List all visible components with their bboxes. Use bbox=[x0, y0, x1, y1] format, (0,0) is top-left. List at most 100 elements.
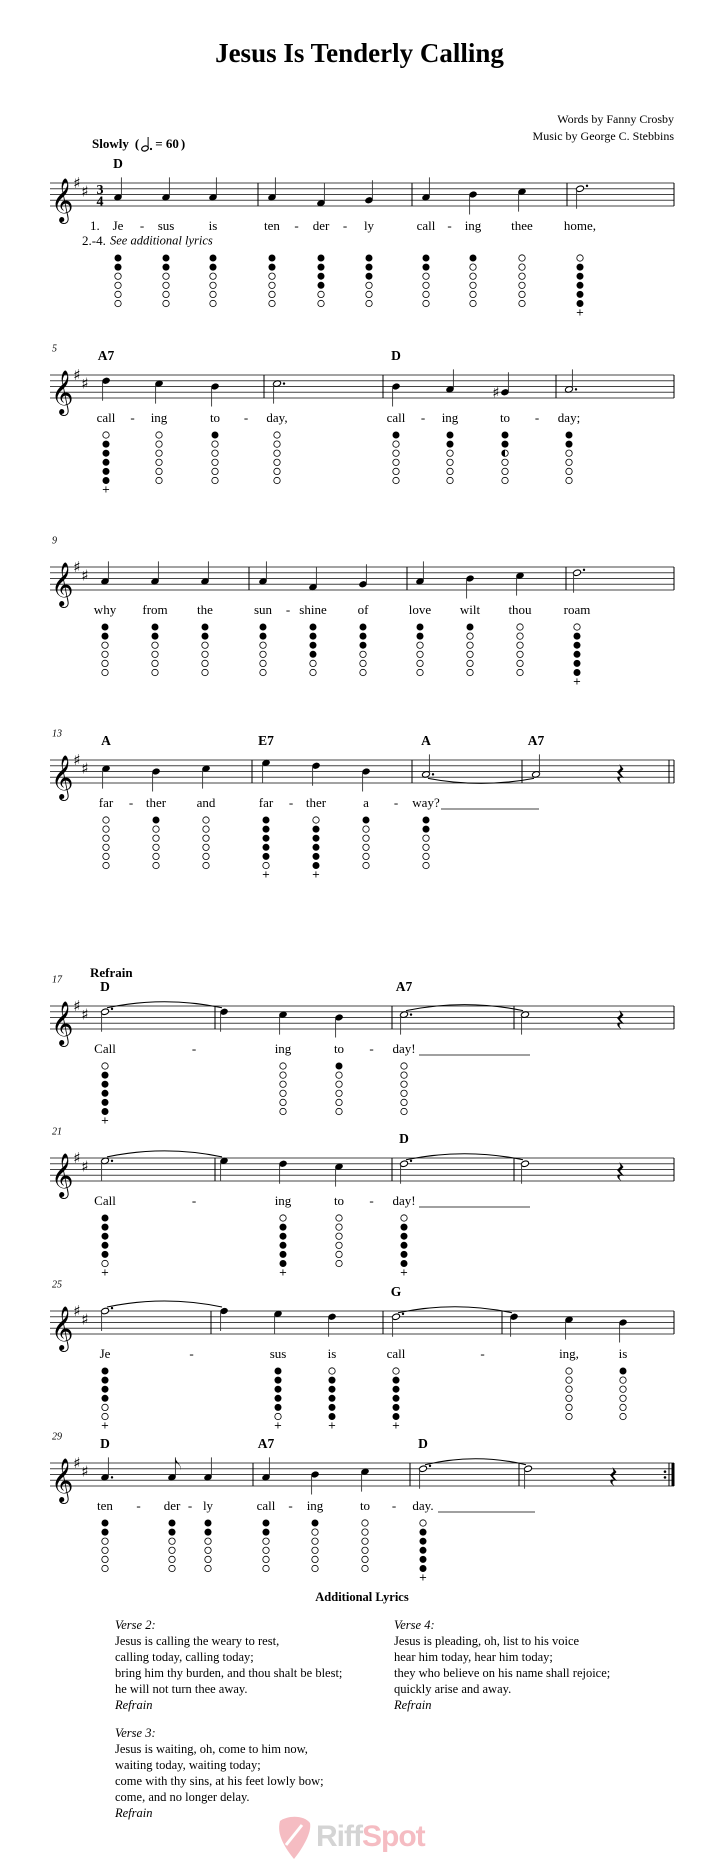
verse-2: Verse 2: Jesus is calling the weary to r… bbox=[115, 1617, 342, 1713]
verse-line: Jesus is calling the weary to rest, bbox=[115, 1634, 280, 1648]
hole-closed bbox=[328, 1385, 336, 1393]
accidental-sharp: ♯ bbox=[492, 383, 499, 401]
hole-closed bbox=[274, 1367, 282, 1375]
hole-open bbox=[335, 1223, 343, 1231]
whistle-fingering: + bbox=[101, 1214, 109, 1279]
hole-open bbox=[335, 1098, 343, 1107]
hole-open bbox=[573, 623, 581, 631]
hole-closed bbox=[317, 263, 325, 271]
hole-open bbox=[101, 1546, 109, 1554]
augmentation-dot bbox=[428, 1464, 432, 1468]
hole-open bbox=[335, 1071, 343, 1079]
hole-open bbox=[114, 272, 122, 280]
hole-closed bbox=[268, 254, 276, 262]
octave-plus-mark: + bbox=[576, 308, 584, 319]
hole-open bbox=[309, 668, 317, 677]
hole-open bbox=[101, 1062, 109, 1070]
note-csharp5 bbox=[335, 1163, 343, 1187]
hole-closed bbox=[309, 632, 317, 640]
whistle-fingering bbox=[362, 816, 370, 870]
note-d5 bbox=[572, 568, 586, 593]
lyric-hyphen: - bbox=[369, 1193, 374, 1208]
hole-open bbox=[362, 852, 370, 861]
hole-closed bbox=[419, 1528, 427, 1536]
hole-open bbox=[279, 1071, 287, 1079]
hole-open bbox=[101, 1403, 109, 1412]
hole-closed bbox=[469, 254, 477, 262]
note-g4 bbox=[359, 564, 367, 588]
refrain-note: Refrain bbox=[394, 1698, 432, 1712]
hole-open bbox=[279, 1214, 287, 1222]
treble-clef-icon: 𝄞 bbox=[51, 1306, 73, 1352]
lyric-hyphen: - bbox=[369, 1041, 374, 1056]
hole-open bbox=[168, 1546, 176, 1554]
note-d5 bbox=[220, 1008, 228, 1032]
lyric-syllable: to bbox=[209, 410, 221, 425]
note-d5 bbox=[102, 377, 110, 401]
hole-closed bbox=[262, 825, 270, 833]
hole-open bbox=[311, 1555, 319, 1564]
note-d5 bbox=[312, 762, 320, 786]
tie bbox=[106, 1150, 223, 1158]
whistle-fingering bbox=[204, 1519, 212, 1573]
hole-open bbox=[392, 449, 400, 457]
hole-closed bbox=[101, 1080, 109, 1088]
hole-open bbox=[317, 290, 325, 298]
note-b4 bbox=[392, 383, 400, 407]
lyric-syllable: ing bbox=[464, 218, 482, 233]
hole-open bbox=[312, 816, 320, 824]
refrain-note: Refrain bbox=[115, 1698, 153, 1712]
lyric-syllable: day; bbox=[557, 410, 581, 425]
hole-closed bbox=[359, 623, 367, 631]
augmentation-dot bbox=[110, 1306, 114, 1310]
note-a4 bbox=[168, 1457, 181, 1481]
hole-open bbox=[516, 650, 524, 658]
hole-closed bbox=[400, 1241, 408, 1249]
treble-clef-icon: 𝄞 bbox=[51, 178, 73, 224]
hole-open bbox=[565, 1385, 573, 1393]
hole-open bbox=[422, 272, 430, 280]
treble-clef-icon: 𝄞 bbox=[51, 755, 73, 801]
hole-open bbox=[204, 1546, 212, 1554]
lyric-hyphen: - bbox=[420, 410, 426, 425]
hole-open bbox=[446, 458, 454, 466]
measure-number: 25 bbox=[52, 1279, 62, 1291]
whistle-fingering bbox=[202, 816, 210, 870]
hole-closed bbox=[312, 834, 320, 842]
chord-symbol: A7 bbox=[395, 979, 413, 994]
lyric-hyphen: - bbox=[480, 1346, 485, 1361]
lyric-syllable: ther bbox=[305, 795, 327, 810]
lyric-syllable: sus bbox=[269, 1346, 287, 1361]
verse-line: bring him thy burden, and thou shalt be … bbox=[115, 1666, 343, 1680]
hole-closed bbox=[101, 1528, 109, 1536]
lyric-syllable: wilt bbox=[459, 602, 481, 617]
key-sharp-c: ♯ bbox=[81, 1006, 88, 1024]
quarter-rest bbox=[617, 1010, 624, 1029]
measure-number: 29 bbox=[52, 1431, 62, 1443]
hole-open bbox=[262, 861, 270, 870]
chord-symbol: E7 bbox=[258, 733, 274, 748]
lyric-hyphen: - bbox=[288, 795, 294, 810]
hole-closed bbox=[466, 623, 474, 631]
hole-open bbox=[273, 431, 281, 439]
verse-3: Verse 3: Jesus is waiting, oh, come to h… bbox=[115, 1725, 324, 1821]
note-a4 bbox=[204, 1457, 212, 1481]
quarter-rest bbox=[610, 1467, 617, 1486]
verse-4: Verse 4: Jesus is pleading, oh, list to … bbox=[394, 1617, 610, 1713]
hole-closed bbox=[400, 1250, 408, 1258]
treble-clef-icon: 𝄞 bbox=[51, 1153, 73, 1199]
hole-closed bbox=[576, 263, 584, 271]
measure-number: 9 bbox=[52, 535, 57, 547]
hole-open bbox=[201, 650, 209, 658]
chord-symbol: D bbox=[391, 348, 401, 363]
hole-open bbox=[114, 299, 122, 308]
hole-open bbox=[102, 825, 110, 833]
hole-open bbox=[422, 834, 430, 842]
key-sharp-f: ♯ bbox=[73, 558, 80, 576]
lyric-hyphen: - bbox=[191, 1193, 197, 1208]
song-title: Jesus Is Tenderly Calling bbox=[215, 38, 504, 68]
lyric-syllable: sun bbox=[253, 602, 273, 617]
whistle-fingering: + bbox=[573, 623, 581, 688]
key-sharp-f: ♯ bbox=[73, 366, 80, 384]
hole-closed bbox=[101, 1394, 109, 1402]
